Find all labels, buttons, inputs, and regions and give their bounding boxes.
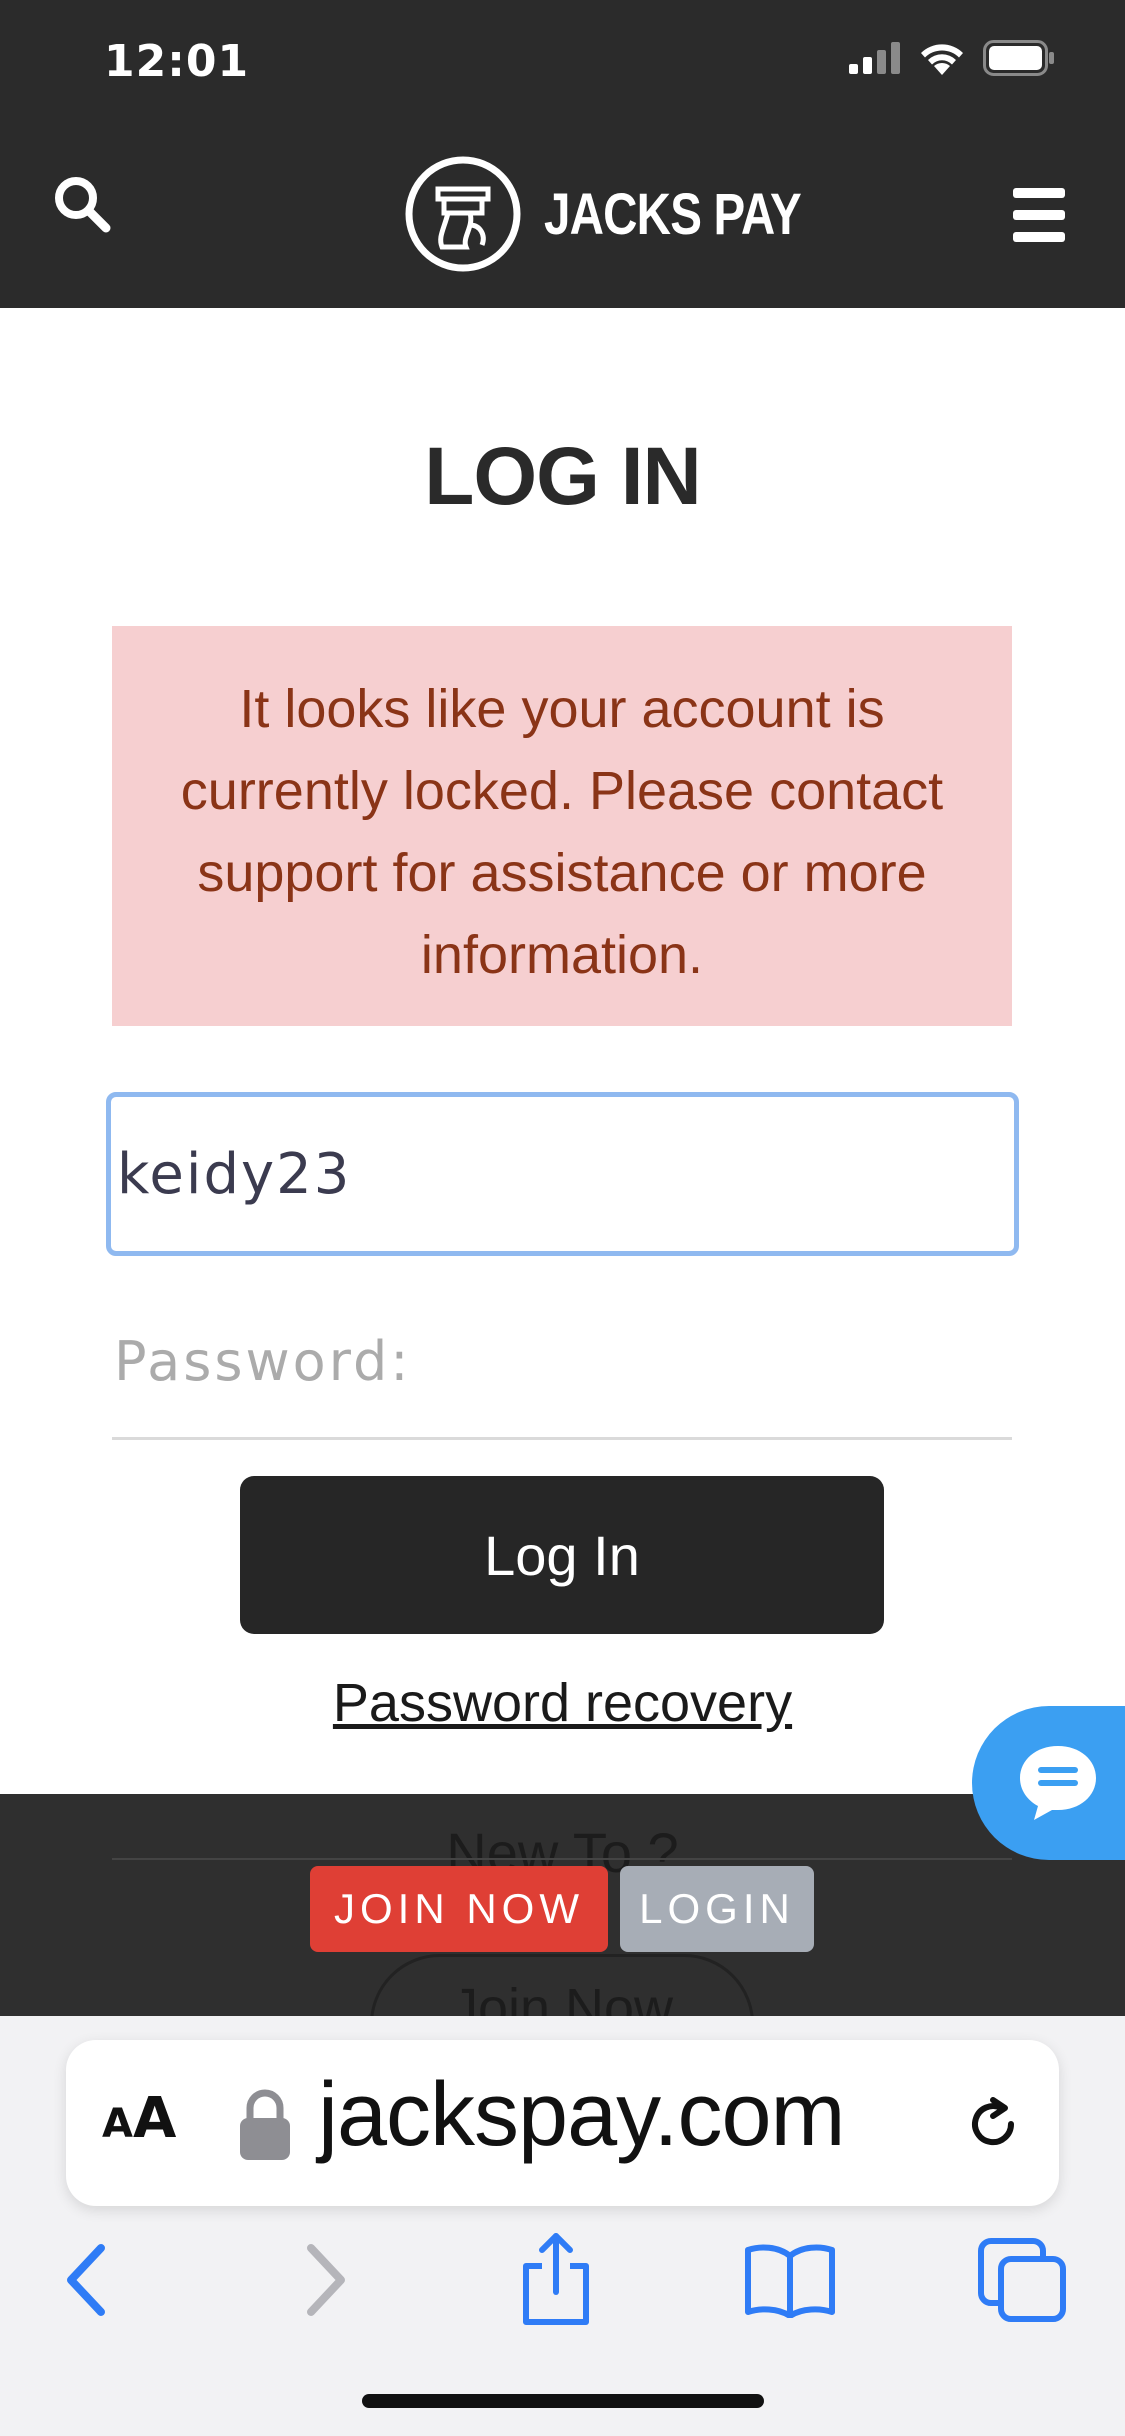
footer-join-now-button[interactable]: Join Now <box>370 1954 754 2016</box>
reader-settings-button[interactable]: AA <box>102 2086 176 2151</box>
alert-message: It looks like your account is currently … <box>180 679 944 985</box>
forward-button[interactable] <box>276 2230 376 2330</box>
password-recovery-link[interactable]: Password recovery <box>0 1672 1125 1734</box>
site-header: JACKS PAY <box>0 130 1125 290</box>
back-icon <box>67 2244 105 2316</box>
bookmarks-icon <box>745 2244 835 2318</box>
logo-text: JACKS PAY <box>544 181 802 247</box>
aa-large-label: A <box>132 2086 177 2151</box>
signal-icon <box>849 42 900 74</box>
tabs-icon <box>978 2238 1066 2322</box>
wifi-icon <box>921 44 963 75</box>
chat-icon <box>1020 1746 1096 1820</box>
back-button[interactable] <box>36 2230 136 2330</box>
chat-button[interactable] <box>972 1706 1125 1860</box>
lock-icon <box>240 2089 290 2160</box>
share-icon <box>523 2233 589 2325</box>
login-button[interactable]: Log In <box>240 1476 884 1634</box>
site-logo[interactable]: JACKS PAY <box>404 154 857 274</box>
url-text: jackspay.com <box>318 2065 846 2165</box>
search-button[interactable] <box>52 174 132 254</box>
search-icon <box>55 177 111 233</box>
address-bar[interactable]: AA jackspay.com <box>66 2040 1059 2206</box>
status-time: 12:01 <box>104 36 250 87</box>
forward-icon <box>307 2244 345 2316</box>
tabs-button[interactable] <box>972 2230 1072 2330</box>
sticky-login-button[interactable]: LOGIN <box>620 1866 814 1952</box>
bookmarks-button[interactable] <box>740 2230 840 2330</box>
page-title: LOG IN <box>424 431 701 522</box>
username-input[interactable] <box>106 1092 1019 1256</box>
password-input[interactable] <box>112 1286 1012 1440</box>
status-icons <box>849 40 1055 76</box>
account-locked-alert: It looks like your account is currently … <box>112 626 1012 1026</box>
menu-icon <box>1013 188 1065 242</box>
battery-icon <box>983 40 1054 76</box>
footer-divider <box>112 1858 1012 1860</box>
top-bar: 12:01 JACKS PAY <box>0 0 1125 308</box>
browser-nav-row <box>0 2230 1125 2340</box>
aa-small-label: A <box>102 2101 133 2147</box>
reload-icon[interactable] <box>963 2094 1023 2154</box>
menu-button[interactable] <box>1001 182 1075 248</box>
join-now-button[interactable]: JOIN NOW <box>310 1866 608 1952</box>
logo-icon <box>405 156 521 272</box>
share-button[interactable] <box>506 2230 606 2330</box>
home-indicator <box>362 2394 764 2408</box>
